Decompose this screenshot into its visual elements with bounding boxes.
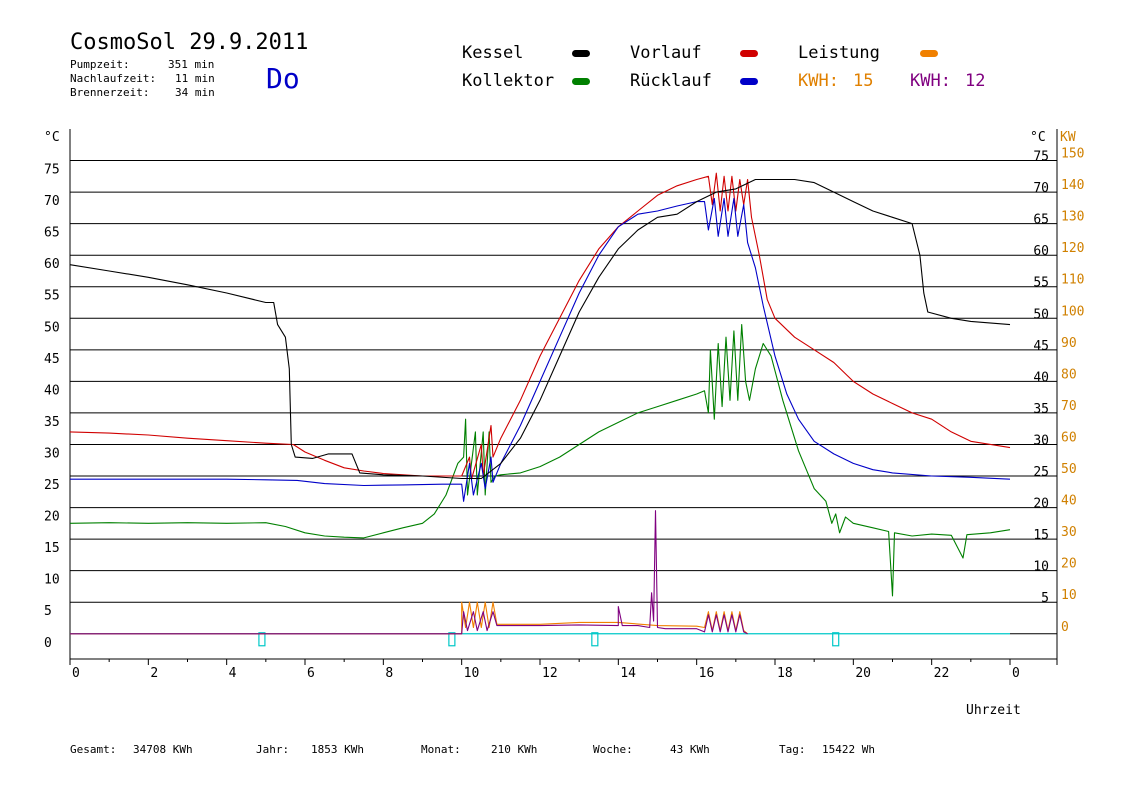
x-tick-label: 6 xyxy=(307,666,315,681)
temperature-chart: 0510152025303540455055606570755101520253… xyxy=(44,129,1084,718)
pump-marker xyxy=(832,632,840,647)
y-tick-label-left: 15 xyxy=(44,541,60,556)
x-tick-label: 18 xyxy=(777,666,793,681)
y-tick-label-kw: 110 xyxy=(1061,273,1084,288)
x-tick-label: 12 xyxy=(542,666,558,681)
y-tick-label-right: 55 xyxy=(1033,276,1049,291)
y-tick-label-right: 35 xyxy=(1033,402,1049,417)
x-tick-label: 14 xyxy=(620,666,636,681)
y-tick-label-kw: 70 xyxy=(1061,399,1077,414)
x-axis-label: Uhrzeit xyxy=(966,703,1021,718)
series-line-vorlauf xyxy=(69,172,1011,480)
y-tick-label-left: 10 xyxy=(44,573,60,588)
y-axis-unit-right: °C xyxy=(1030,130,1046,145)
y-tick-label-right: 5 xyxy=(1041,591,1049,606)
footer-gesamt-value: 34708 KWh xyxy=(133,743,193,756)
y-tick-label-kw: 100 xyxy=(1061,304,1084,319)
x-tick-label: 10 xyxy=(464,666,480,681)
x-tick-label: 8 xyxy=(385,666,393,681)
y-tick-label-right: 60 xyxy=(1033,244,1049,259)
footer-monat-value: 210 KWh xyxy=(491,743,538,756)
x-tick-label: 20 xyxy=(855,666,871,681)
y-tick-label-kw: 90 xyxy=(1061,336,1077,351)
y-tick-label-right: 30 xyxy=(1033,433,1049,448)
x-tick-label: 2 xyxy=(150,666,158,681)
footer-jahr-label: Jahr: xyxy=(256,743,290,756)
pump-marker xyxy=(258,632,266,647)
y-tick-label-right: 25 xyxy=(1033,465,1049,480)
y-tick-label-left: 60 xyxy=(44,257,60,272)
pump-marker xyxy=(591,632,599,647)
footer-monat-label: Monat: xyxy=(421,743,461,756)
pump-marker xyxy=(448,632,456,647)
series-line-kessel xyxy=(69,178,1011,480)
y-axis-unit-left: °C xyxy=(44,130,60,145)
y-tick-label-right: 40 xyxy=(1033,370,1049,385)
x-tick-label: 0 xyxy=(72,666,80,681)
series-line-kollektor xyxy=(69,324,1011,597)
y-tick-label-left: 45 xyxy=(44,352,60,367)
y-tick-label-left: 25 xyxy=(44,478,60,493)
series-line-leistung xyxy=(70,601,748,635)
y-tick-label-right: 75 xyxy=(1033,150,1049,165)
y-tick-label-kw: 0 xyxy=(1061,620,1069,635)
y-tick-label-kw: 30 xyxy=(1061,525,1077,540)
y-tick-label-left: 20 xyxy=(44,510,60,525)
y-tick-label-right: 70 xyxy=(1033,181,1049,196)
footer-jahr-value: 1853 KWh xyxy=(311,743,364,756)
y-tick-label-right: 20 xyxy=(1033,497,1049,512)
y-tick-label-kw: 10 xyxy=(1061,588,1077,603)
y-tick-label-left: 55 xyxy=(44,289,60,304)
x-tick-label: 16 xyxy=(699,666,715,681)
footer-woche-value: 43 KWh xyxy=(670,743,710,756)
y-tick-label-right: 45 xyxy=(1033,339,1049,354)
y-tick-label-right: 15 xyxy=(1033,528,1049,543)
y-tick-label-left: 0 xyxy=(44,636,52,651)
y-tick-label-left: 50 xyxy=(44,320,60,335)
y-tick-label-left: 65 xyxy=(44,226,60,241)
y-tick-label-right: 50 xyxy=(1033,307,1049,322)
footer-woche-label: Woche: xyxy=(593,743,633,756)
y-tick-label-left: 35 xyxy=(44,415,60,430)
y-tick-label-left: 5 xyxy=(44,604,52,619)
footer-tag-value: 15422 Wh xyxy=(822,743,875,756)
y-tick-label-right: 10 xyxy=(1033,560,1049,575)
footer-tag-label: Tag: xyxy=(779,743,806,756)
y-tick-label-kw: 150 xyxy=(1061,147,1084,162)
y-tick-label-kw: 40 xyxy=(1061,494,1077,509)
y-tick-label-kw: 130 xyxy=(1061,210,1084,225)
y-tick-label-left: 40 xyxy=(44,383,60,398)
series-line-kwh-12 xyxy=(70,510,748,635)
y-tick-label-left: 30 xyxy=(44,446,60,461)
y-axis-unit-kw: KW xyxy=(1060,130,1076,145)
y-tick-label-left: 75 xyxy=(44,163,60,178)
y-tick-label-right: 65 xyxy=(1033,213,1049,228)
y-tick-label-kw: 120 xyxy=(1061,241,1084,256)
x-tick-label: 0 xyxy=(1012,666,1020,681)
y-tick-label-kw: 60 xyxy=(1061,430,1077,445)
footer-gesamt-label: Gesamt: xyxy=(70,743,117,756)
x-tick-label: 4 xyxy=(229,666,237,681)
y-tick-label-kw: 50 xyxy=(1061,462,1077,477)
y-tick-label-kw: 20 xyxy=(1061,557,1077,572)
y-tick-label-left: 70 xyxy=(44,194,60,209)
y-tick-label-kw: 140 xyxy=(1061,178,1084,193)
x-tick-label: 22 xyxy=(934,666,950,681)
y-tick-label-kw: 80 xyxy=(1061,367,1077,382)
